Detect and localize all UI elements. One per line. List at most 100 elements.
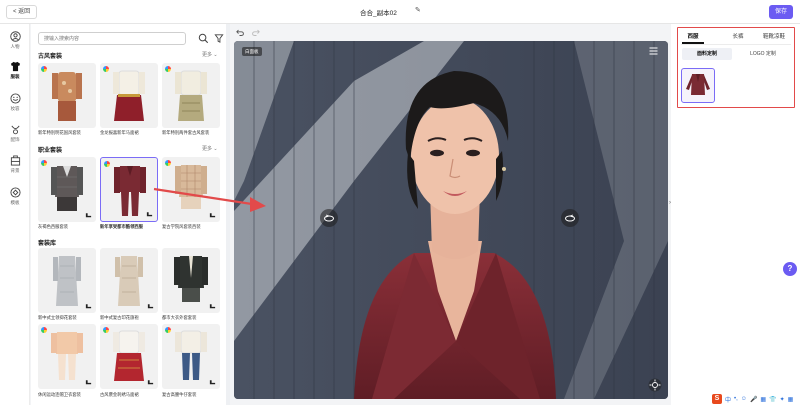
outfit-card[interactable] [100,248,158,313]
chevron-right-icon[interactable]: › [669,200,675,210]
rotate-left-icon[interactable] [320,209,338,227]
color-wheel-icon [41,160,47,166]
redo-icon[interactable] [252,29,260,36]
outfit-card[interactable] [100,324,158,389]
more-link[interactable]: 更多 ⌄ [202,51,218,58]
color-wheel-icon [165,66,171,72]
outfit-label: 新年享受都市酷领西服 [100,224,143,229]
divider [681,44,791,45]
emoji-icon[interactable]: ☺ [741,396,747,402]
ime-logo[interactable]: S [712,394,722,404]
makeup-icon [9,93,21,104]
outfit-image [175,70,207,121]
outfit-image [113,70,145,121]
outfit-label: 复古高腰牛仔套装 [162,392,197,397]
outfit-label: 休闲运动连帽卫衣套装 [38,392,81,397]
ime-toolbar: S 中 •, ☺ 🎤 ▦ 👕 ✦ ▦ [712,393,800,405]
color-wheel-icon [104,161,110,167]
keyboard-icon[interactable]: ▦ [760,396,766,403]
shoe-icon [209,380,216,385]
color-wheel-icon [103,66,109,72]
microphone-icon[interactable]: 🎤 [750,396,757,403]
section-title: 古风套装 [38,54,63,60]
outfit-label: 新中式立领抑花套装 [38,315,77,320]
outfit-card[interactable] [38,157,96,222]
save-button[interactable]: 保存 [769,5,793,19]
edit-icon[interactable]: ✎ [415,6,421,14]
help-button[interactable]: ? [783,262,797,276]
mode-tag-label: 白面板 [245,49,259,54]
outfit-card[interactable] [38,324,96,389]
filter-icon[interactable] [214,33,224,44]
shoe-icon [209,304,216,309]
outfit-card[interactable] [162,63,220,128]
grid-icon[interactable]: ▦ [788,396,794,403]
subtab-logo[interactable]: LOGO 定制 [738,48,788,60]
list-icon[interactable] [649,47,658,55]
outfit-card[interactable] [38,63,96,128]
mode-tag[interactable]: 白面板 [242,47,262,56]
left-nav: 人物 服装 妆容 配饰 背景 模板 [0,24,30,405]
outfit-card[interactable] [162,248,220,313]
tab-shoes[interactable]: 鞋靴凉鞋 [757,32,791,40]
search-icon[interactable] [198,33,209,44]
outfit-label: 金龙报喜新年马面裙 [100,130,139,135]
undo-icon[interactable] [236,29,244,36]
outfit-card[interactable] [162,324,220,389]
rotate-right-icon[interactable] [561,209,579,227]
nav-item-background[interactable]: 背景 [0,155,30,174]
back-button[interactable]: < 返回 [6,5,38,19]
nav-label: 人物 [10,44,20,49]
fabric-thumbnail[interactable] [681,68,715,103]
accessory-icon [10,125,20,135]
outfit-label: 新年特别明花国风套装 [38,130,81,135]
avatar-preview-stage[interactable] [234,41,668,399]
nav-item-clothing[interactable]: 服装 [0,61,30,80]
shoe-icon [85,304,92,309]
tab-blazer[interactable]: 西服 [682,32,704,40]
nav-label: 妆容 [10,106,20,111]
outfit-label: 复古学院风套装西装 [162,224,201,229]
top-bar: < 返回 合合_副本02 ✎ 保存 [0,0,800,24]
nav-label: 背景 [10,168,20,173]
subtab-fabric[interactable]: 面料定制 [682,48,732,60]
shoe-icon [147,380,154,385]
more-link[interactable]: 更多 ⌄ [202,145,218,152]
clothing-icon [10,61,20,72]
nav-label: 服装 [10,74,20,79]
more-label: 更多 [202,52,213,58]
section-title: 职业套装 [38,148,63,154]
nav-label: 配饰 [10,137,20,142]
tools-icon[interactable]: ✦ [780,396,785,403]
search-input[interactable] [38,32,186,45]
blazer-image [686,74,710,95]
camera-focus-icon[interactable] [648,378,662,392]
outfit-card[interactable] [100,63,158,128]
viewport-toolbar [231,24,671,40]
shoe-icon [85,380,92,385]
search-bar [38,32,224,45]
outfit-label: 都市大衣外套套装 [162,315,197,320]
ime-punctuation[interactable]: •, [734,396,738,402]
color-wheel-icon [41,66,47,72]
color-wheel-icon [41,327,47,333]
nav-item-person[interactable]: 人物 [0,31,30,50]
section-title: 套装库 [38,241,57,247]
outfit-label: 古风褒金刺绣马面裙 [100,392,139,397]
outfit-image [52,72,82,121]
skin-icon[interactable]: 👕 [769,396,776,403]
shoe-icon [85,213,92,218]
shoe-icon [147,304,154,309]
outfit-label: 新中式复古印花旗袍 [100,315,139,320]
nav-item-makeup[interactable]: 妆容 [0,93,30,112]
tab-trousers[interactable]: 长裤 [727,32,749,40]
more-label: 更多 [202,146,213,152]
nav-item-accessory[interactable]: 配饰 [0,124,30,143]
nav-item-template[interactable]: 模板 [0,187,30,206]
outfit-card[interactable] [38,248,96,313]
annotation-arrow [153,187,266,212]
avatar-render [234,41,668,399]
ime-mode[interactable]: 中 [725,395,731,404]
template-icon [9,187,21,198]
color-wheel-icon [165,327,171,333]
